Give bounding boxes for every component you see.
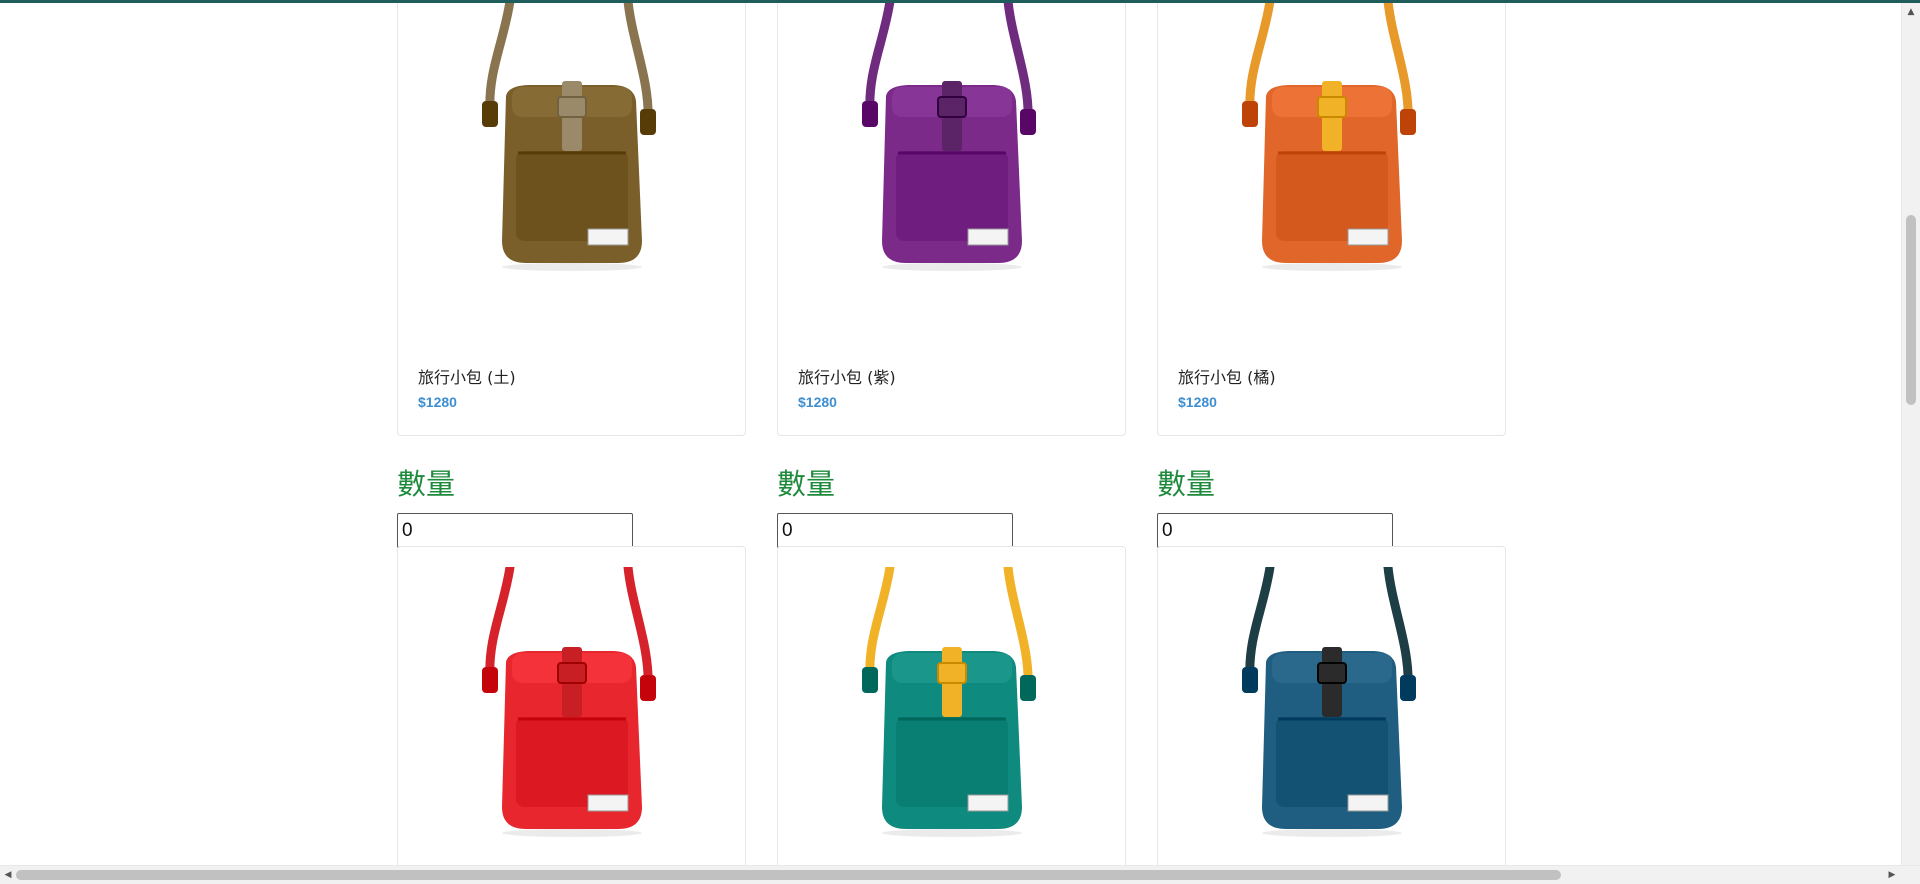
bag-shadow — [1262, 829, 1402, 837]
product-price: $1280 — [798, 394, 837, 410]
product-card[interactable]: 旅行小包 (紫) $1280 — [777, 3, 1126, 436]
bag-label-tag — [1347, 228, 1389, 246]
product-card[interactable]: 旅行小包 (土) $1280 — [397, 3, 746, 436]
product-price: $1280 — [1178, 394, 1217, 410]
bag-clip-left — [482, 667, 498, 693]
bag-image — [862, 567, 1036, 837]
quantity-block: 數量 — [397, 465, 746, 548]
product-price: $1280 — [418, 394, 457, 410]
bag-label-tag — [587, 228, 629, 246]
horizontal-scroll-thumb[interactable] — [16, 870, 1561, 880]
bag-shadow — [502, 263, 642, 271]
bag-buckle — [937, 662, 967, 684]
bag-front-pocket — [896, 151, 1008, 241]
bag-clip-left — [482, 101, 498, 127]
bag-label-tag — [967, 794, 1009, 812]
bag-front-pocket — [896, 717, 1008, 807]
bag-shadow — [1262, 263, 1402, 271]
bag-label-tag — [967, 228, 1009, 246]
bag-buckle — [557, 662, 587, 684]
quantity-row: 數量 數量 數量 — [397, 465, 1507, 548]
bag-clip-right — [640, 675, 656, 701]
bag-clip-left — [862, 667, 878, 693]
bag-clip-right — [1020, 109, 1036, 135]
bag-shadow — [882, 829, 1022, 837]
product-card[interactable] — [777, 546, 1126, 866]
product-name[interactable]: 旅行小包 (橘) — [1178, 364, 1276, 388]
product-card[interactable] — [1157, 546, 1506, 866]
product-name[interactable]: 旅行小包 (紫) — [798, 364, 896, 388]
bag-clip-right — [1400, 109, 1416, 135]
bag-image — [1242, 567, 1416, 837]
bag-label-tag — [587, 794, 629, 812]
scroll-right-arrow-icon[interactable]: ▶ — [1884, 866, 1900, 884]
bag-image — [482, 567, 656, 837]
vertical-scrollbar[interactable]: ▲ — [1901, 3, 1920, 866]
product-grid-row-2 — [397, 546, 1507, 866]
quantity-input[interactable] — [777, 513, 1013, 548]
bag-image — [1242, 3, 1416, 271]
bag-clip-left — [1242, 667, 1258, 693]
horizontal-scrollbar[interactable]: ◀ ▶ — [0, 865, 1920, 884]
bag-buckle — [557, 96, 587, 118]
bag-shadow — [882, 263, 1022, 271]
bag-image — [482, 3, 656, 271]
quantity-input[interactable] — [1157, 513, 1393, 548]
scroll-left-arrow-icon[interactable]: ◀ — [0, 866, 16, 884]
product-grid-row-1: 旅行小包 (土) $1280 旅行小包 (紫) $1280 旅行小包 (橘) $… — [397, 3, 1507, 436]
bag-front-pocket — [516, 717, 628, 807]
bag-clip-right — [1400, 675, 1416, 701]
bag-front-pocket — [1276, 717, 1388, 807]
bag-front-pocket — [516, 151, 628, 241]
bag-clip-left — [862, 101, 878, 127]
bag-shadow — [502, 829, 642, 837]
bag-clip-right — [1020, 675, 1036, 701]
quantity-label: 數量 — [397, 467, 456, 501]
page-viewport: 旅行小包 (土) $1280 旅行小包 (紫) $1280 旅行小包 (橘) $… — [0, 3, 1902, 866]
product-name[interactable]: 旅行小包 (土) — [418, 364, 516, 388]
quantity-block: 數量 — [777, 465, 1126, 548]
bag-buckle — [937, 96, 967, 118]
product-card[interactable] — [397, 546, 746, 866]
bag-image — [862, 3, 1036, 271]
quantity-label: 數量 — [777, 467, 836, 501]
bag-clip-right — [640, 109, 656, 135]
bag-buckle — [1317, 96, 1347, 118]
quantity-input[interactable] — [397, 513, 633, 548]
product-card[interactable]: 旅行小包 (橘) $1280 — [1157, 3, 1506, 436]
bag-label-tag — [1347, 794, 1389, 812]
bag-front-pocket — [1276, 151, 1388, 241]
vertical-scroll-thumb[interactable] — [1906, 215, 1916, 405]
quantity-block: 數量 — [1157, 465, 1506, 548]
quantity-label: 數量 — [1157, 467, 1216, 501]
bag-buckle — [1317, 662, 1347, 684]
scroll-up-arrow-icon[interactable]: ▲ — [1903, 3, 1919, 21]
bag-clip-left — [1242, 101, 1258, 127]
